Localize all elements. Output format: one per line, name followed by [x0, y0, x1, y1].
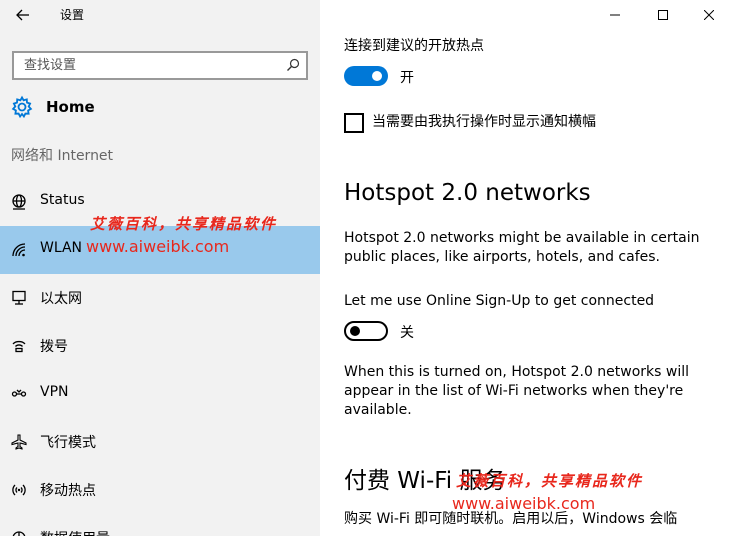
notify-checkbox[interactable] — [344, 113, 364, 133]
window-title: 设置 — [60, 8, 85, 22]
vpn-icon — [11, 389, 27, 397]
sidebar-item-vpn[interactable]: VPN — [0, 370, 320, 418]
sidebar-item-dialup[interactable]: 拨号 — [0, 322, 320, 370]
hotspot-icon — [12, 484, 26, 496]
ethernet-icon — [12, 290, 26, 305]
home-label: Home — [46, 98, 95, 116]
airplane-icon — [11, 434, 27, 450]
signup-label: Let me use Online Sign-Up to get connect… — [344, 293, 655, 309]
notify-checkbox-label: 当需要由我执行操作时显示通知横幅 — [372, 114, 596, 130]
open-hotspot-toggle[interactable] — [344, 66, 388, 86]
open-hotspot-label: 连接到建议的开放热点 — [344, 38, 484, 54]
search-input[interactable] — [14, 53, 276, 78]
hotspot20-heading: Hotspot 2.0 networks — [344, 180, 591, 206]
sidebar-item-airplane[interactable]: 飞行模式 — [0, 418, 320, 466]
sidebar-item-label: 拨号 — [40, 339, 68, 355]
sidebar-item-hotspot[interactable]: 移动热点 — [0, 466, 320, 514]
close-icon — [704, 10, 714, 20]
maximize-button[interactable] — [640, 0, 686, 30]
signup-desc-line3: available. — [344, 402, 412, 418]
signup-state: 关 — [400, 325, 414, 341]
minimize-button[interactable] — [592, 0, 638, 30]
signup-desc-line2: appear in the list of Wi-Fi networks whe… — [344, 383, 684, 399]
signup-desc-line1: When this is turned on, Hotspot 2.0 netw… — [344, 364, 690, 380]
hotspot20-desc-line1: Hotspot 2.0 networks might be available … — [344, 230, 700, 246]
dialup-icon — [12, 340, 26, 353]
close-button[interactable] — [686, 0, 732, 30]
toggle-knob — [372, 71, 382, 81]
signup-toggle[interactable] — [344, 321, 388, 341]
maximize-icon — [658, 10, 668, 20]
sidebar-item-label: 以太网 — [40, 291, 82, 307]
sidebar-item-label: 飞行模式 — [40, 435, 96, 451]
minimize-icon — [610, 14, 620, 16]
gear-icon — [11, 95, 33, 119]
hotspot20-desc-line2: public places, like airports, hotels, an… — [344, 249, 660, 265]
title-bar: 设置 — [0, 0, 732, 30]
home-link[interactable]: Home — [10, 93, 95, 121]
data-usage-icon — [12, 531, 26, 536]
sidebar: Home 网络和 Internet Status WLAN — [0, 0, 320, 536]
toggle-knob — [350, 326, 360, 336]
open-hotspot-state: 开 — [400, 70, 414, 86]
sidebar-item-label: VPN — [40, 384, 69, 400]
wifi-icon — [12, 243, 26, 257]
paid-wifi-heading: 付费 Wi-Fi 服务 — [344, 468, 506, 494]
sidebar-item-ethernet[interactable]: 以太网 — [0, 274, 320, 322]
sidebar-item-label: 数据使用量 — [40, 528, 110, 536]
back-button[interactable] — [0, 0, 46, 30]
section-label: 网络和 Internet — [11, 148, 114, 164]
search-icon[interactable] — [286, 58, 300, 72]
paid-wifi-desc: 购买 Wi-Fi 即可随时联机。启用以后，Windows 会临 — [344, 511, 678, 527]
search-box[interactable] — [12, 51, 308, 80]
globe-icon — [12, 194, 26, 210]
arrow-left-icon — [16, 9, 29, 21]
content-pane: 连接到建议的开放热点 开 当需要由我执行操作时显示通知横幅 Hotspot 2.… — [320, 0, 732, 536]
sidebar-item-data-usage[interactable]: 数据使用量 — [0, 514, 320, 536]
sidebar-item-wlan[interactable]: WLAN — [0, 226, 320, 274]
sidebar-item-label: 移动热点 — [40, 483, 96, 499]
sidebar-item-label: WLAN — [40, 240, 83, 256]
sidebar-item-label: Status — [40, 192, 85, 208]
sidebar-item-status[interactable]: Status — [0, 178, 320, 226]
